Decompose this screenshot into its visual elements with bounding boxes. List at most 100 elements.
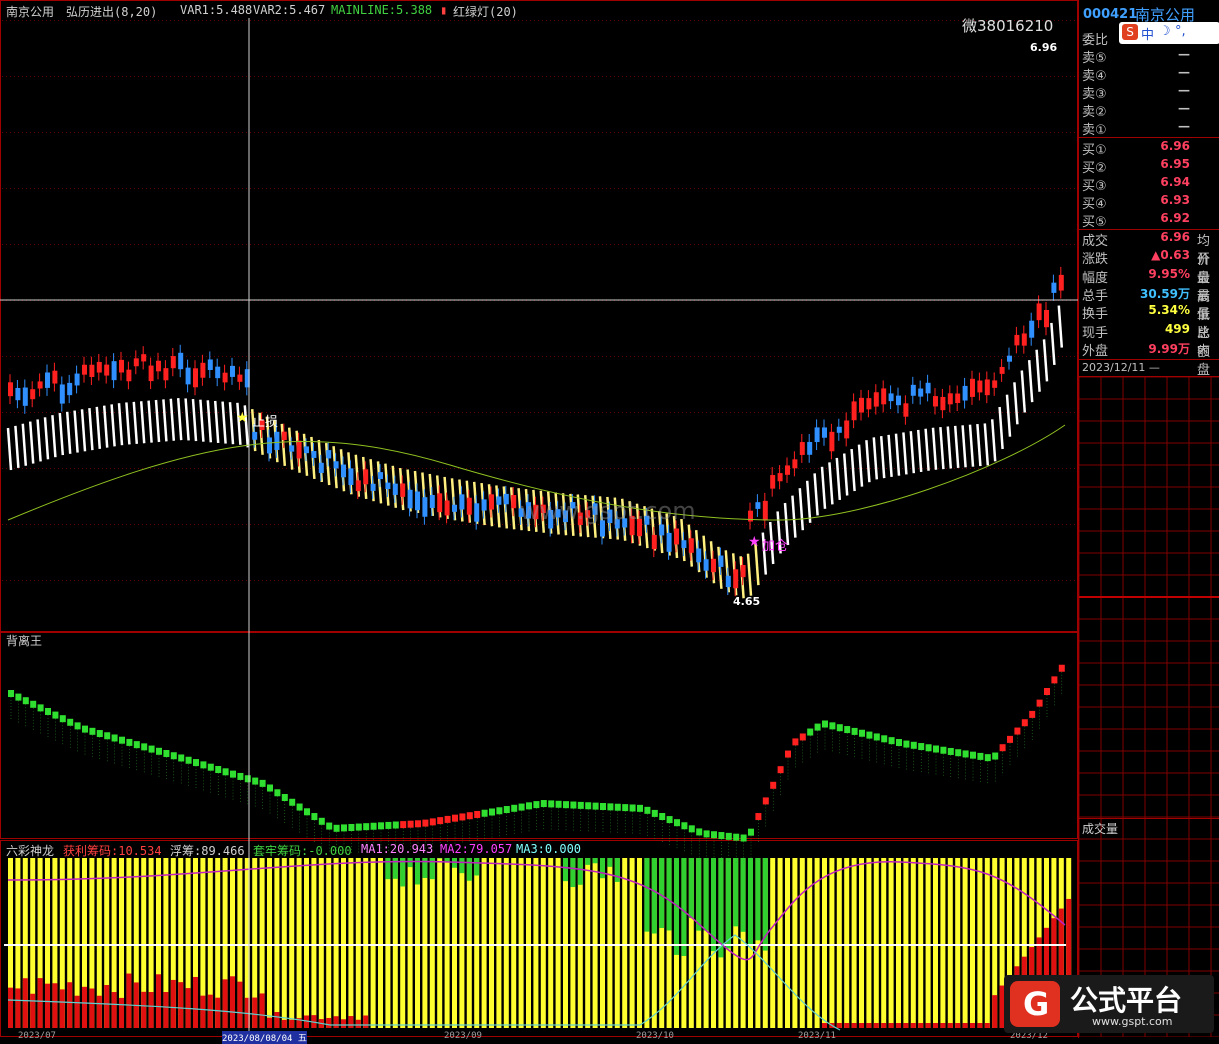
mid-bar (615, 804, 621, 811)
grid-dot (982, 244, 983, 245)
grid-dot (510, 244, 511, 245)
chart-area[interactable]: 南京公用 弘历进出(8,20) VAR1:5.488 VAR2:5.467 MA… (0, 0, 1078, 1038)
grid-dot (718, 76, 719, 77)
grid-dot (534, 132, 535, 133)
grid-dot (442, 356, 443, 357)
grid-dot (1014, 244, 1015, 245)
stat-row-label: 总手 (1082, 285, 1108, 304)
chip-bar-red (82, 987, 87, 1028)
grid-dot (690, 356, 691, 357)
grid-dot (338, 244, 339, 245)
candle-body (822, 427, 827, 437)
grid-dot (662, 580, 663, 581)
grid-dot (146, 20, 147, 21)
grid-dot (790, 20, 791, 21)
grid-dot (430, 412, 431, 413)
grid-dot (1038, 412, 1039, 413)
chip-bar-yellow (489, 858, 494, 1028)
grid-dot (470, 188, 471, 189)
grid-dot (894, 76, 895, 77)
grid-dot (734, 188, 735, 189)
grid-dot (294, 412, 295, 413)
grid-dot (778, 132, 779, 133)
grid-dot (318, 356, 319, 357)
grid-dot (834, 244, 835, 245)
grid-dot (778, 244, 779, 245)
grid-dot (450, 20, 451, 21)
grid-dot (354, 524, 355, 525)
grid-dot (654, 76, 655, 77)
grid-dot (866, 580, 867, 581)
intraday-grid[interactable] (1079, 377, 1219, 1037)
band-stripe (815, 473, 818, 515)
grid-dot (854, 244, 855, 245)
grid-dot (82, 20, 83, 21)
band-stripe (859, 445, 862, 487)
grid-dot (1022, 244, 1023, 245)
grid-dot (526, 76, 527, 77)
grid-dot (498, 20, 499, 21)
band-stripe (149, 401, 152, 443)
grid-dot (762, 188, 763, 189)
grid-dot (710, 524, 711, 525)
grid-dot (218, 76, 219, 77)
mid-bar (926, 744, 932, 751)
grid-dot (434, 580, 435, 581)
grid-dot (702, 20, 703, 21)
grid-dot (1038, 244, 1039, 245)
grid-dot (758, 188, 759, 189)
grid-dot (718, 524, 719, 525)
grid-dot (870, 244, 871, 245)
grid-dot (378, 132, 379, 133)
grid-dot (1050, 132, 1051, 133)
grid-dot (366, 412, 367, 413)
band-stripe (134, 402, 137, 444)
grid-dot (538, 188, 539, 189)
grid-dot (46, 76, 47, 77)
grid-dot (766, 188, 767, 189)
grid-dot (250, 356, 251, 357)
grid-dot (1018, 76, 1019, 77)
grid-dot (906, 244, 907, 245)
chip-bar-green (578, 858, 583, 885)
grid-dot (614, 76, 615, 77)
grid-dot (882, 20, 883, 21)
grid-dot (590, 468, 591, 469)
grid-dot (538, 20, 539, 21)
grid-dot (366, 468, 367, 469)
grid-dot (514, 132, 515, 133)
grid-dot (1010, 580, 1011, 581)
grid-dot (906, 580, 907, 581)
grid-dot (586, 76, 587, 77)
grid-dot (462, 76, 463, 77)
grid-dot (230, 132, 231, 133)
grid-dot (162, 412, 163, 413)
grid-dot (322, 188, 323, 189)
grid-dot (278, 524, 279, 525)
grid-dot (894, 188, 895, 189)
grid-dot (586, 468, 587, 469)
grid-dot (438, 356, 439, 357)
grid-dot (610, 356, 611, 357)
grid-dot (890, 580, 891, 581)
grid-dot (1054, 524, 1055, 525)
grid-dot (602, 132, 603, 133)
grid-dot (1042, 524, 1043, 525)
grid-dot (1042, 244, 1043, 245)
grid-dot (862, 580, 863, 581)
grid-dot (718, 580, 719, 581)
grid-dot (854, 580, 855, 581)
grid-dot (910, 188, 911, 189)
grid-dot (650, 76, 651, 77)
grid-dot (250, 76, 251, 77)
grid-dot (470, 468, 471, 469)
grid-dot (522, 76, 523, 77)
chip-bar-yellow (866, 858, 871, 1028)
grid-dot (1034, 188, 1035, 189)
grid-dot (1038, 524, 1039, 525)
grid-dot (826, 132, 827, 133)
band-stripe (881, 436, 884, 478)
grid-dot (502, 188, 503, 189)
grid-dot (370, 356, 371, 357)
grid-dot (18, 76, 19, 77)
